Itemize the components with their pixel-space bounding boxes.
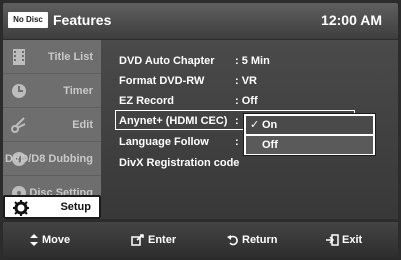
- footer-bar: Move Enter Return Exit: [3, 222, 398, 257]
- film-icon: [9, 47, 29, 67]
- sidebar-item-label: Edit: [72, 118, 93, 131]
- exit-icon: [325, 233, 339, 246]
- setting-row-ez-record[interactable]: EZ Record : Off: [119, 92, 389, 110]
- footer-move: Move: [29, 222, 70, 257]
- check-icon: ✓: [250, 119, 260, 131]
- footer-enter-label: Enter: [148, 233, 177, 246]
- sidebar-item-edit[interactable]: Edit: [3, 108, 101, 142]
- setting-label: Anynet+ (HDMI CEC): [119, 115, 228, 127]
- gear-icon: [11, 198, 31, 218]
- setting-value: : VR: [235, 75, 257, 87]
- screen: No Disc Features 12:00 AM Title List Tim…: [0, 0, 401, 260]
- sidebar: Title List Timer Edit DVD/D8 Dubbing Dis: [3, 40, 101, 219]
- footer-return-label: Return: [242, 233, 278, 246]
- clock: 12:00 AM: [321, 12, 382, 28]
- setting-value: : Off: [235, 95, 258, 107]
- footer-exit-label: Exit: [342, 233, 363, 246]
- option-label: On: [262, 119, 278, 131]
- enter-icon: [131, 233, 145, 246]
- setting-row-divx-registration[interactable]: DivX Registration code: [119, 154, 389, 172]
- setting-row-dvd-auto-chapter[interactable]: DVD Auto Chapter : 5 Min: [119, 52, 389, 70]
- dropdown-option-on[interactable]: ✓ On: [246, 116, 373, 134]
- sidebar-item-dubbing[interactable]: DVD/D8 Dubbing: [3, 142, 101, 176]
- setting-row-format-dvd-rw[interactable]: Format DVD-RW : VR: [119, 72, 389, 90]
- up-down-arrow-icon: [29, 233, 39, 246]
- sidebar-item-title-list[interactable]: Title List: [3, 40, 101, 74]
- sidebar-item-label: Timer: [63, 84, 93, 97]
- footer-return: Return: [227, 222, 277, 257]
- footer-exit: Exit: [325, 222, 362, 257]
- setting-value: :: [235, 115, 239, 127]
- setting-label: EZ Record: [119, 95, 175, 107]
- page-title: Features: [53, 12, 112, 28]
- setting-label: DVD Auto Chapter: [119, 55, 215, 67]
- anynet-dropdown[interactable]: ✓ On Off: [243, 113, 376, 156]
- setting-label: DivX Registration code: [119, 157, 240, 169]
- setting-label: Format DVD-RW: [119, 75, 205, 87]
- option-label: Off: [262, 139, 278, 151]
- sidebar-item-setup[interactable]: Setup: [3, 195, 101, 219]
- return-icon: [227, 234, 239, 246]
- setting-label: Language Follow: [119, 136, 209, 148]
- timer-icon: [9, 81, 29, 101]
- sidebar-item-timer[interactable]: Timer: [3, 74, 101, 108]
- scissors-icon: [9, 115, 29, 135]
- setting-value: :: [235, 136, 239, 148]
- sidebar-item-label: Title List: [47, 50, 93, 63]
- dropdown-option-off[interactable]: Off: [246, 136, 373, 154]
- footer-move-label: Move: [42, 233, 71, 246]
- sidebar-item-label: DVD/D8 Dubbing: [5, 152, 93, 165]
- footer-enter: Enter: [131, 222, 176, 257]
- setting-value: : 5 Min: [235, 55, 270, 67]
- header-bar: No Disc Features 12:00 AM: [3, 3, 398, 39]
- no-disc-badge: No Disc: [8, 12, 48, 28]
- sidebar-item-label: Setup: [60, 200, 91, 213]
